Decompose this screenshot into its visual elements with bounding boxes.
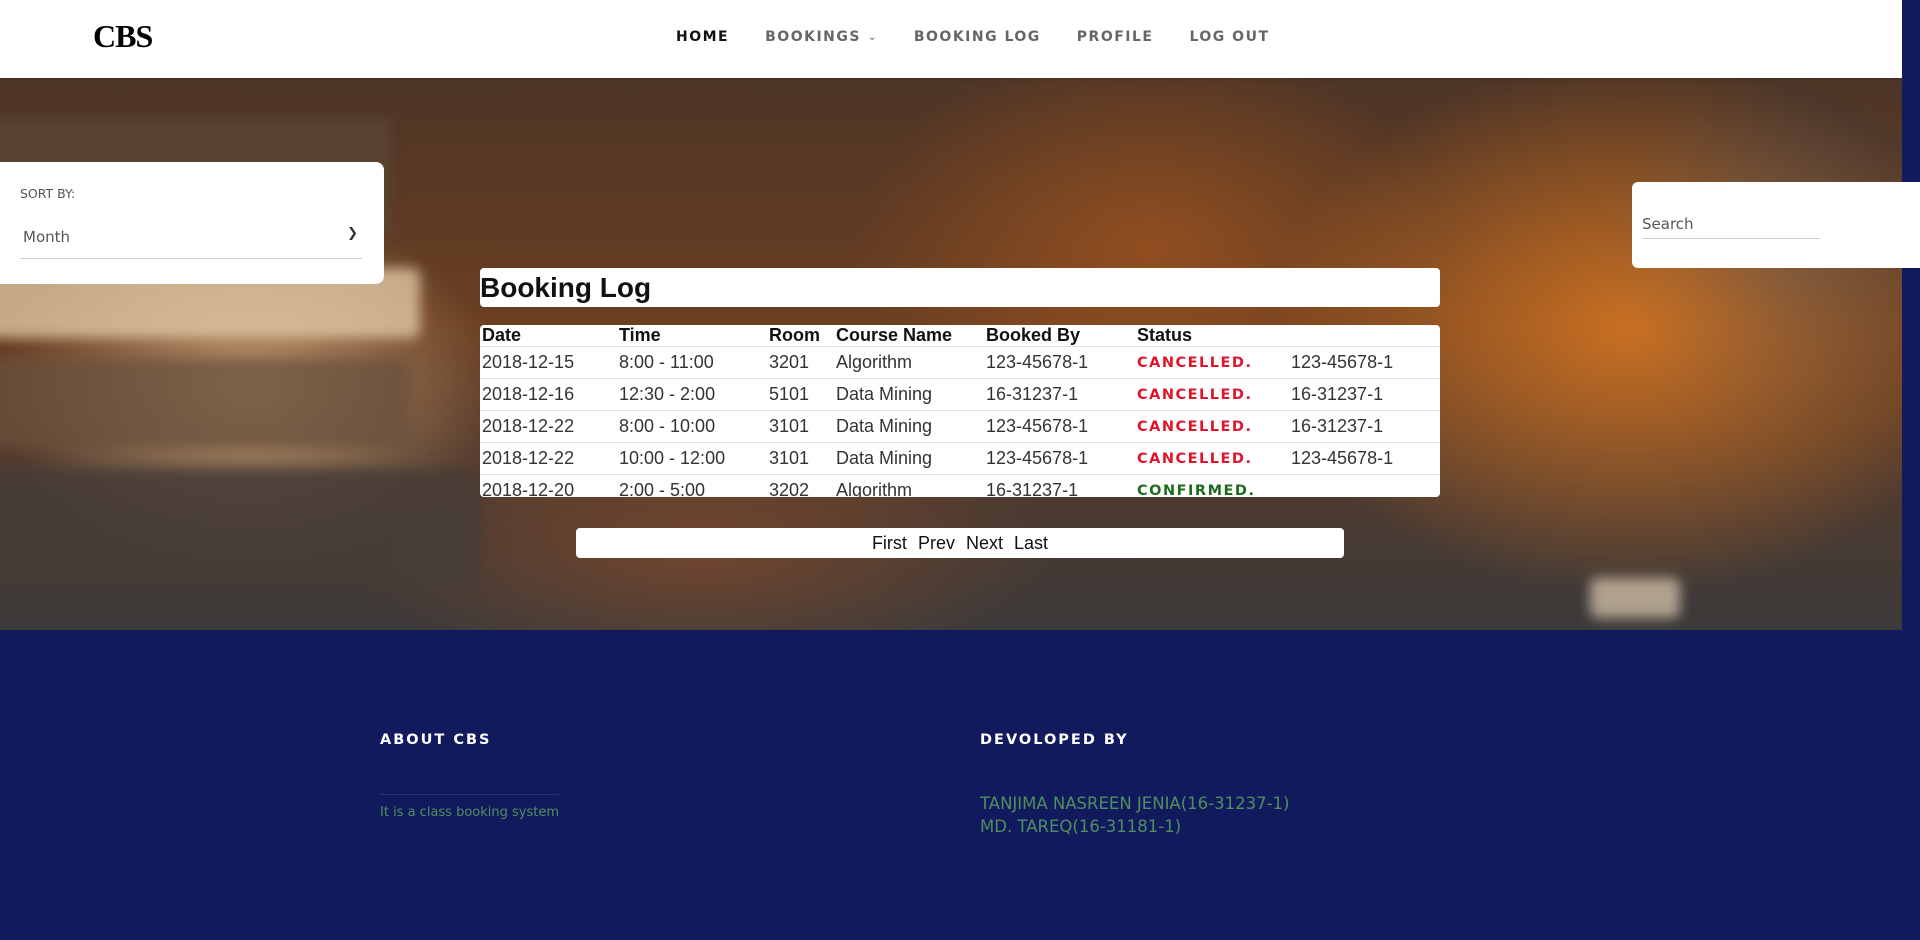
cell-course: Algorithm — [834, 346, 984, 379]
booking-log-title-box: Booking Log — [480, 268, 1440, 307]
cell-course: Data Mining — [834, 410, 984, 443]
cell-course: Data Mining — [834, 442, 984, 475]
site-footer: ABOUT CBS It is a class booking system D… — [0, 630, 1920, 940]
nav-bookings[interactable]: BOOKINGS ⌄ — [765, 29, 878, 45]
nav-booking-log-label: BOOKING LOG — [913, 29, 1041, 45]
booking-log-table: Date Time Room Course Name Booked By Sta… — [480, 325, 1440, 497]
column-header-room: Room — [769, 325, 820, 345]
cell-status: CANCELLED. — [1135, 410, 1289, 443]
nav-home-label: HOME — [676, 29, 730, 45]
footer-about-text: It is a class booking system — [380, 794, 560, 820]
cell-time: 8:00 - 10:00 — [617, 410, 767, 443]
background-book-shape — [0, 358, 410, 448]
sort-by-label: SORT BY: — [20, 186, 76, 201]
status-badge: CANCELLED. — [1137, 451, 1253, 467]
cell-booked-by: 123-45678-1 — [984, 442, 1135, 475]
background-book-shape — [1590, 578, 1680, 618]
chevron-down-icon: ❯ — [347, 226, 358, 241]
cell-booked-by: 123-45678-1 — [984, 410, 1135, 443]
search-box — [1632, 182, 1920, 268]
site-header: CBS HOME BOOKINGS ⌄ BOOKING LOG PROFILE … — [0, 0, 1902, 78]
nav-booking-log[interactable]: BOOKING LOG — [914, 29, 1041, 45]
pagination-first-button[interactable]: First — [872, 533, 907, 553]
cell-room: 3202 — [767, 474, 834, 497]
cell-room: 5101 — [767, 378, 834, 411]
table-row: 2018-12-22 10:00 - 12:00 3101 Data Minin… — [480, 442, 1440, 475]
table-row: 2018-12-15 8:00 - 11:00 3201 Algorithm 1… — [480, 346, 1440, 379]
nav-home[interactable]: HOME — [676, 29, 729, 45]
status-badge: CANCELLED. — [1137, 419, 1253, 435]
column-header-date: Date — [482, 325, 522, 345]
nav-profile[interactable]: PROFILE — [1077, 29, 1154, 45]
cell-time: 2:00 - 5:00 — [617, 474, 767, 497]
column-header-extra — [1289, 325, 1440, 347]
cell-course: Data Mining — [834, 378, 984, 411]
cell-room: 3101 — [767, 442, 834, 475]
column-header-booked-by: Booked By — [986, 325, 1081, 345]
cell-date: 2018-12-22 — [480, 410, 617, 443]
table-row: 2018-12-22 8:00 - 10:00 3101 Data Mining… — [480, 410, 1440, 443]
status-badge: CANCELLED. — [1137, 387, 1253, 403]
cell-cancelled-by: 123-45678-1 — [1289, 346, 1440, 379]
cell-room: 3101 — [767, 410, 834, 443]
cell-booked-by: 123-45678-1 — [984, 346, 1135, 379]
cell-course: Algorithm — [834, 474, 984, 497]
cell-time: 8:00 - 11:00 — [617, 346, 767, 379]
cell-status: CONFIRMED. — [1135, 474, 1289, 497]
sort-selected-value: Month — [23, 228, 71, 246]
pagination-last-button[interactable]: Last — [1014, 533, 1048, 553]
cell-cancelled-by — [1289, 474, 1440, 497]
status-badge: CONFIRMED. — [1137, 483, 1256, 497]
cell-date: 2018-12-22 — [480, 442, 617, 475]
nav-log-out-label: LOG OUT — [1189, 29, 1270, 45]
column-header-course-name: Course Name — [836, 325, 953, 345]
cell-booked-by: 16-31237-1 — [984, 474, 1135, 497]
table-row: 2018-12-16 12:30 - 2:00 5101 Data Mining… — [480, 378, 1440, 411]
background-book-shape — [0, 468, 480, 588]
footer-developers-list: TANJIMA NASREEN JENIA(16-31237-1) MD. TA… — [980, 792, 1290, 838]
site-logo[interactable]: CBS — [93, 18, 153, 55]
cell-status: CANCELLED. — [1135, 378, 1289, 411]
cell-status: CANCELLED. — [1135, 346, 1289, 379]
pagination-next-button[interactable]: Next — [966, 533, 1003, 553]
cell-date: 2018-12-16 — [480, 378, 617, 411]
cell-cancelled-by: 16-31237-1 — [1289, 410, 1440, 443]
nav-profile-label: PROFILE — [1076, 29, 1154, 45]
column-header-time: Time — [619, 325, 661, 345]
footer-developer-name: MD. TAREQ(16-31181-1) — [980, 817, 1182, 836]
cell-status: CANCELLED. — [1135, 442, 1289, 475]
cell-date: 2018-12-15 — [480, 346, 617, 379]
main-nav: HOME BOOKINGS ⌄ BOOKING LOG PROFILE LOG … — [676, 29, 1306, 45]
table-header-row: Date Time Room Course Name Booked By Sta… — [480, 325, 1440, 347]
status-badge: CANCELLED. — [1137, 355, 1253, 371]
cell-room: 3201 — [767, 346, 834, 379]
table-row: 2018-12-20 2:00 - 5:00 3202 Algorithm 16… — [480, 474, 1440, 497]
nav-log-out[interactable]: LOG OUT — [1189, 29, 1269, 45]
search-input[interactable] — [1642, 210, 1820, 239]
sort-select[interactable]: Month ❯ — [20, 220, 362, 259]
booking-log-table-box: Date Time Room Course Name Booked By Sta… — [480, 325, 1440, 497]
nav-bookings-label: BOOKINGS — [765, 29, 861, 45]
page-title: Booking Log — [480, 272, 652, 303]
footer-developer-name: TANJIMA NASREEN JENIA(16-31237-1) — [980, 794, 1290, 813]
pagination: First Prev Next Last — [576, 528, 1344, 558]
column-header-status: Status — [1137, 325, 1193, 345]
cell-time: 10:00 - 12:00 — [617, 442, 767, 475]
footer-developed-by-heading: DEVOLOPED BY — [980, 732, 1129, 748]
footer-about-heading: ABOUT CBS — [380, 732, 492, 748]
cell-booked-by: 16-31237-1 — [984, 378, 1135, 411]
cell-cancelled-by: 16-31237-1 — [1289, 378, 1440, 411]
pagination-prev-button[interactable]: Prev — [918, 533, 955, 553]
chevron-down-icon: ⌄ — [867, 31, 878, 43]
cell-cancelled-by: 123-45678-1 — [1289, 442, 1440, 475]
sort-panel: SORT BY: Month ❯ — [0, 162, 384, 284]
cell-time: 12:30 - 2:00 — [617, 378, 767, 411]
cell-date: 2018-12-20 — [480, 474, 617, 497]
